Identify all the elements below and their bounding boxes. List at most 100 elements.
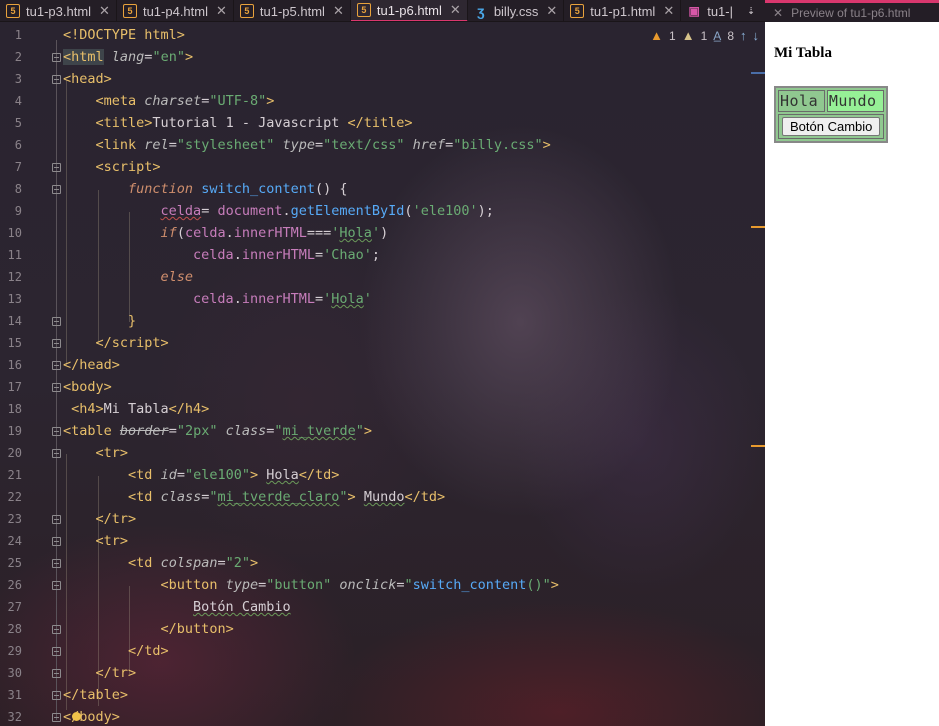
code-editor[interactable]: 1 2 3 4 5 6 7 8 9 10 11 12 13 14 15 16 17 18 19 20 21 22 23 24 2… xyxy=(0,22,765,726)
preview-button-cell: Botón Cambio xyxy=(778,114,885,139)
chevron-down-icon[interactable]: ⇣ xyxy=(739,0,763,21)
code-line[interactable]: <td colspan="2"> xyxy=(63,552,258,574)
code-line[interactable]: </tr> xyxy=(63,662,137,684)
inspection-widget[interactable]: ▲ 1 ▲ 1 A̲ 8 ↑ ↓ xyxy=(650,28,759,43)
fold-marker-icon[interactable] xyxy=(52,53,61,62)
fold-marker-icon[interactable] xyxy=(52,383,61,392)
code-line[interactable]: Botón Cambio xyxy=(63,596,291,618)
code-heading-text: Mi Tabla xyxy=(103,401,169,417)
code-line[interactable]: <tr> xyxy=(63,530,129,552)
code-line[interactable]: <td id="ele100"> Hola</td> xyxy=(63,464,339,486)
fold-marker-icon[interactable] xyxy=(52,449,61,458)
tab-overflow-controls: ⇣ ⋮ xyxy=(739,0,765,21)
preview-cell-hola: Hola xyxy=(778,90,825,112)
scrollbar-marker[interactable] xyxy=(751,445,765,447)
close-icon[interactable]: ✕ xyxy=(773,6,783,20)
line-number: 19 xyxy=(7,424,22,438)
html-file-icon: 5 xyxy=(570,4,585,18)
line-number: 10 xyxy=(7,226,22,240)
preview-tab[interactable]: ✕ Preview of tu1-p6.html xyxy=(765,0,939,22)
preview-table: Hola Mundo Botón Cambio xyxy=(774,86,889,143)
code-line[interactable]: <meta charset="UTF-8"> xyxy=(63,90,275,112)
code-line[interactable]: <td class="mi_tverde_claro"> Mundo</td> xyxy=(63,486,445,508)
line-number: 31 xyxy=(7,688,22,702)
editor-tab-bar: 5 tu1-p3.html ✕ 5 tu1-p4.html ✕ 5 tu1-p5… xyxy=(0,0,765,22)
code-line[interactable]: <link rel="stylesheet" type="text/css" h… xyxy=(63,134,551,156)
css-file-icon: ʒ xyxy=(477,3,485,19)
fold-marker-icon[interactable] xyxy=(52,669,61,678)
code-line[interactable]: <script> xyxy=(63,156,161,178)
code-line[interactable]: else xyxy=(63,266,194,288)
line-number: 8 xyxy=(14,182,22,196)
line-number: 9 xyxy=(14,204,22,218)
fold-marker-icon[interactable] xyxy=(52,581,61,590)
code-line[interactable]: <title>Tutorial 1 - Javascript </title> xyxy=(63,112,413,134)
scrollbar-marker[interactable] xyxy=(751,72,765,74)
code-line[interactable]: celda.innerHTML='Chao'; xyxy=(63,244,380,266)
fold-marker-icon[interactable] xyxy=(52,537,61,546)
code-line[interactable]: <body> xyxy=(63,376,112,398)
fold-marker-icon[interactable] xyxy=(52,163,61,172)
line-number: 27 xyxy=(7,600,22,614)
code-line[interactable]: <button type="button" onclick="switch_co… xyxy=(63,574,559,596)
close-icon[interactable]: ✕ xyxy=(450,2,461,18)
code-line[interactable]: celda.innerHTML='Hola' xyxy=(63,288,372,310)
code-line[interactable]: <!DOCTYPE html> xyxy=(63,24,185,46)
scrollbar-marker[interactable] xyxy=(751,226,765,228)
code-doctype: <!DOCTYPE html> xyxy=(63,27,185,43)
fold-marker-icon[interactable] xyxy=(52,317,61,326)
code-line[interactable]: celda= document.getElementById('ele100')… xyxy=(63,200,494,222)
line-number: 23 xyxy=(7,512,22,526)
code-line[interactable]: <tr> xyxy=(63,442,129,464)
fold-marker-icon[interactable] xyxy=(52,713,61,722)
fold-marker-icon[interactable] xyxy=(52,185,61,194)
line-number: 1 xyxy=(14,28,22,42)
fold-marker-icon[interactable] xyxy=(52,647,61,656)
tab-tu1-p6[interactable]: 5 tu1-p6.html ✕ xyxy=(350,0,468,21)
fold-marker-icon[interactable] xyxy=(52,691,61,700)
fold-marker-icon[interactable] xyxy=(52,339,61,348)
line-number: 14 xyxy=(7,314,22,328)
tab-tu1-p5[interactable]: 5 tu1-p5.html ✕ xyxy=(234,0,351,21)
code-line[interactable]: function switch_content() { xyxy=(63,178,347,200)
close-icon[interactable]: ✕ xyxy=(216,3,227,19)
fold-marker-icon[interactable] xyxy=(52,625,61,634)
code-line[interactable]: </td> xyxy=(63,640,169,662)
fold-marker-icon[interactable] xyxy=(52,559,61,568)
next-highlight-icon[interactable]: ↓ xyxy=(753,28,760,43)
tab-tu1-p3[interactable]: 5 tu1-p3.html ✕ xyxy=(0,0,117,21)
code-line[interactable]: </table> xyxy=(63,684,128,706)
switch-content-button[interactable]: Botón Cambio xyxy=(782,117,881,136)
fold-marker-icon[interactable] xyxy=(52,515,61,524)
tab-billy-css[interactable]: ʒ billy.css ✕ xyxy=(468,0,565,21)
typo-icon: A̲ xyxy=(713,28,722,43)
close-icon[interactable]: ✕ xyxy=(333,3,344,19)
preview-heading: Mi Tabla xyxy=(774,45,832,61)
line-number: 26 xyxy=(7,578,22,592)
fold-marker-icon[interactable] xyxy=(52,75,61,84)
code-line[interactable]: <head> xyxy=(63,68,112,90)
tab-tu1-p4[interactable]: 5 tu1-p4.html ✕ xyxy=(117,0,234,21)
code-line[interactable]: </script> xyxy=(63,332,169,354)
code-line[interactable]: </tr> xyxy=(63,508,137,530)
code-line[interactable]: if(celda.innerHTML==='Hola') xyxy=(63,222,389,244)
fold-marker-icon[interactable] xyxy=(52,361,61,370)
close-icon[interactable]: ✕ xyxy=(546,3,557,19)
code-line[interactable]: <table border="2px" class="mi_tverde"> xyxy=(63,420,372,442)
lightbulb-icon[interactable] xyxy=(72,712,81,721)
code-line[interactable]: </head> xyxy=(63,354,120,376)
tab-truncated[interactable]: ▣ tu1-| xyxy=(681,0,739,21)
tab-tu1-p1[interactable]: 5 tu1-p1.html ✕ xyxy=(564,0,682,21)
code-line[interactable]: <h4>Mi Tabla</h4> xyxy=(63,398,209,420)
code-line[interactable]: } xyxy=(63,310,136,332)
line-number-gutter: 1 2 3 4 5 6 7 8 9 10 11 12 13 14 15 16 17 18 19 20 21 22 23 24 2… xyxy=(0,22,52,726)
code-line[interactable]: </button> xyxy=(63,618,234,640)
preview-panel: ✕ Preview of tu1-p6.html Mi Tabla Hola M… xyxy=(765,0,939,726)
html-file-icon: 5 xyxy=(239,4,254,18)
previous-highlight-icon[interactable]: ↑ xyxy=(740,28,747,43)
code-line[interactable]: <html lang="en"> xyxy=(63,46,193,68)
close-icon[interactable]: ✕ xyxy=(99,3,110,19)
code-cell-text: Hola xyxy=(266,467,299,483)
fold-marker-icon[interactable] xyxy=(52,427,61,436)
close-icon[interactable]: ✕ xyxy=(663,3,674,19)
